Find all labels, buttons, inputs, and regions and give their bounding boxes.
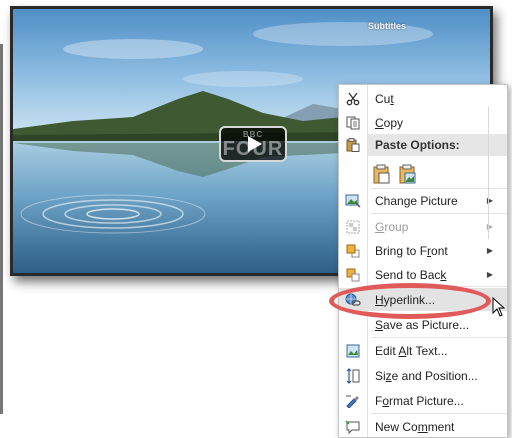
change-picture-icon — [339, 189, 367, 212]
subtitles-label[interactable]: Subtitles — [368, 21, 406, 31]
menu-item-group[interactable]: Group ▶ — [339, 215, 507, 238]
format-picture-icon — [339, 389, 367, 412]
window-edge — [0, 44, 3, 414]
menu-item-label: Copy — [375, 115, 404, 130]
submenu-column-divider — [488, 107, 489, 239]
menu-item-bring-to-front[interactable]: Bring to Front ▶ — [339, 239, 507, 262]
menu-item-label: Format Picture... — [375, 393, 464, 408]
menu-item-label: Bring to Front — [375, 243, 448, 258]
send-to-back-icon — [339, 263, 367, 286]
menu-item-label: Size and Position... — [375, 368, 478, 383]
paste-as-picture-icon[interactable] — [399, 164, 417, 189]
save-as-picture-blank-icon — [339, 313, 367, 336]
menu-separator — [371, 413, 507, 414]
context-menu: Cut Copy Paste Options: Change Picture ▶ — [338, 84, 508, 438]
menu-item-copy[interactable]: Copy — [339, 111, 507, 134]
menu-item-cut[interactable]: Cut — [339, 87, 507, 110]
paste-icon — [339, 134, 367, 157]
submenu-arrow-icon: ▶ — [486, 246, 493, 255]
paste-keep-formatting-icon[interactable] — [373, 164, 391, 189]
alt-text-icon — [339, 339, 367, 362]
menu-item-label: Save as Picture... — [375, 317, 470, 332]
menu-item-format-picture[interactable]: Format Picture... — [339, 389, 507, 412]
menu-item-label: Send to Back — [375, 267, 447, 282]
menu-item-label: New Comment — [375, 419, 455, 434]
menu-item-label: Edit Alt Text... — [375, 343, 448, 358]
menu-separator — [371, 337, 507, 338]
menu-item-new-comment[interactable]: New Comment — [339, 415, 507, 438]
menu-item-change-picture[interactable]: Change Picture ▶ — [339, 189, 507, 212]
menu-item-label: Cut — [375, 91, 394, 106]
menu-item-edit-alt-text[interactable]: Edit Alt Text... — [339, 339, 507, 362]
size-position-icon — [339, 364, 367, 387]
menu-item-size-and-position[interactable]: Size and Position... — [339, 364, 507, 387]
play-button[interactable]: BBC FOUR — [219, 126, 287, 162]
menu-item-label: Change Picture — [375, 193, 458, 208]
bring-to-front-icon — [339, 239, 367, 262]
menu-separator — [371, 213, 507, 214]
submenu-arrow-icon: ▶ — [486, 270, 493, 279]
new-comment-icon — [339, 415, 367, 438]
menu-item-label: Group — [375, 219, 409, 234]
scissors-icon — [339, 87, 367, 110]
mouse-pointer-icon — [492, 296, 506, 322]
group-icon — [339, 215, 367, 238]
highlight-ellipse — [329, 283, 491, 319]
paste-options-buttons — [373, 164, 417, 189]
play-icon — [248, 136, 262, 152]
paste-options-header: Paste Options: — [368, 134, 507, 156]
copy-icon — [339, 111, 367, 134]
